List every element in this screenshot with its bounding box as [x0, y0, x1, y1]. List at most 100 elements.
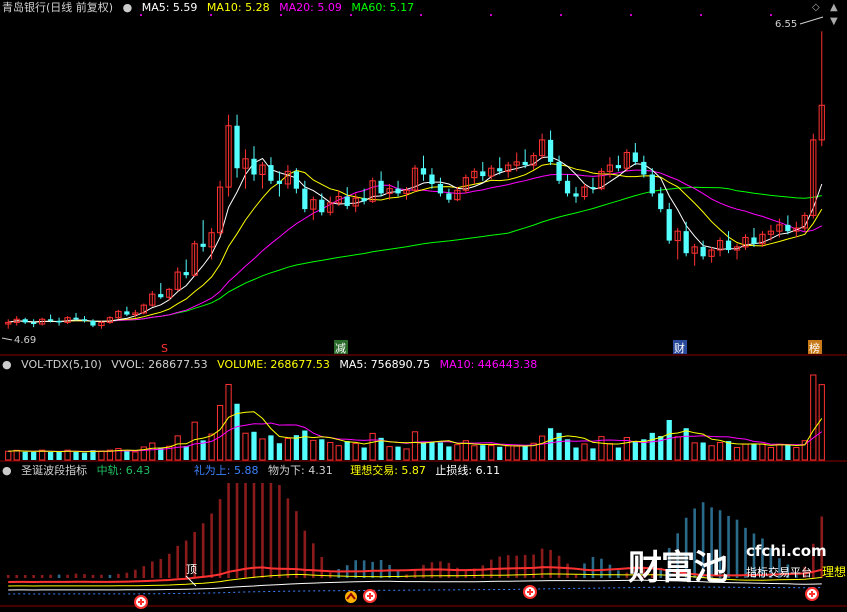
volume-bar — [522, 446, 528, 460]
ma5-label: MA5: 5.59 — [141, 1, 198, 14]
diamond-icon[interactable]: ◇ — [812, 2, 820, 13]
candle-body — [641, 161, 647, 175]
ma20-label: MA20: 5.09 — [279, 1, 342, 14]
vol-ma10-label: MA10: 446443.38 — [439, 358, 538, 371]
volume-bar — [437, 442, 444, 460]
candle-body — [73, 317, 79, 320]
candle-body — [378, 180, 384, 194]
volume-bar — [810, 374, 817, 461]
volume-bar — [411, 431, 419, 461]
volume-bar — [742, 443, 749, 461]
candle-body — [522, 161, 528, 166]
candle-body — [632, 152, 638, 162]
volume-bar — [81, 452, 88, 460]
volume-bar — [234, 403, 240, 460]
volume-bar — [225, 383, 232, 461]
vvol-label: VVOL: 268677.53 — [111, 358, 208, 371]
indicator-name: 圣诞波段指标 — [21, 464, 88, 477]
candle-body — [56, 320, 62, 323]
volume-bar — [242, 432, 249, 461]
candle-body — [361, 198, 367, 202]
candle-body — [785, 224, 791, 232]
candle-body — [344, 196, 350, 206]
volume-bar — [73, 451, 79, 460]
watermark: 财富池 cfchi.com 指标交易平台 — [628, 540, 828, 588]
volume-bar — [691, 442, 698, 461]
volume-bar — [708, 445, 715, 461]
candle-body — [420, 168, 427, 175]
volume-bar — [674, 436, 681, 461]
down-arrow-icon[interactable]: ▼ — [830, 16, 838, 27]
volume-bar — [818, 384, 825, 461]
volume-bar — [716, 442, 724, 461]
candle-body — [22, 319, 28, 323]
candle-body — [573, 193, 579, 197]
wuxia-label: 物为下: 4.31 — [268, 464, 333, 477]
volume-bar — [505, 445, 512, 461]
candle-body — [268, 165, 274, 181]
volume-bar — [259, 438, 266, 461]
event-mark-cai: 财 — [674, 341, 685, 355]
volume-bar — [733, 447, 741, 461]
volume-bar — [725, 441, 732, 460]
volume-bar — [632, 441, 638, 460]
volume-bar — [310, 439, 317, 461]
candle-body — [302, 188, 308, 210]
candle-body — [276, 180, 283, 184]
candle-body — [700, 246, 706, 257]
volume-bar — [216, 405, 224, 461]
dropdown-icon[interactable]: ● — [123, 1, 133, 14]
volume-bar — [700, 442, 706, 460]
volume-bar — [564, 439, 571, 460]
volume-bar — [284, 438, 292, 461]
volume-label: VOLUME: 268677.53 — [217, 358, 330, 371]
ind-dropdown-icon[interactable]: ● — [2, 464, 12, 477]
volume-bar — [767, 447, 775, 461]
volume-bar — [183, 446, 189, 460]
candle-body — [183, 272, 189, 276]
volume-bar — [31, 451, 37, 460]
volume-bar — [386, 446, 393, 461]
candle-body — [751, 237, 757, 244]
candle-body — [590, 187, 596, 189]
ma60-label: MA60: 5.17 — [351, 1, 415, 14]
watermark-url: cfchi.com — [746, 542, 827, 560]
lishang-label: 礼为上: 5.88 — [193, 464, 259, 477]
candle-body — [556, 161, 562, 181]
volume-bar — [335, 445, 342, 461]
candle-body — [658, 193, 664, 210]
volume-bar — [47, 451, 54, 460]
volume-bar — [124, 450, 130, 460]
low-price-label: 4.69 — [14, 335, 36, 346]
volume-bar — [488, 445, 495, 461]
volume-bar — [683, 428, 689, 460]
volume-bar — [666, 420, 672, 460]
volume-bar — [361, 447, 367, 460]
vol-header: ● VOL-TDX(5,10) VVOL: 268677.53 VOLUME: … — [2, 358, 543, 372]
volume-bar — [590, 448, 596, 460]
candle-body — [564, 180, 571, 194]
volume-bar — [454, 444, 461, 461]
up-arrow-icon[interactable]: ▲ — [830, 2, 838, 13]
ma10-label: MA10: 5.28 — [206, 1, 270, 14]
vol-ma10-line — [8, 422, 823, 452]
lixiang-label: 理想交易: 5.87 — [350, 464, 426, 477]
zhisun-label: 止损线: 6.11 — [435, 464, 501, 477]
volume-bar — [759, 443, 766, 461]
candle-body — [666, 209, 672, 241]
event-mark-jian: 减 — [335, 342, 346, 355]
volume-bar — [785, 444, 791, 460]
event-mark-s: S — [161, 342, 168, 355]
volume-bar — [751, 444, 757, 460]
candle-body — [90, 320, 96, 326]
candle-body — [81, 319, 88, 321]
volume-bar — [513, 445, 520, 461]
volume-bar — [606, 443, 614, 461]
volume-bar — [132, 451, 139, 461]
candle-body — [615, 165, 622, 169]
volume-bar — [344, 441, 350, 460]
candle-body — [725, 240, 732, 251]
chart-stage: 6.55 4.69 S 减财榜顶理想 青岛银行(日线 前复权) ● MA5: 5.59… — [0, 0, 847, 609]
candle-body — [547, 139, 554, 162]
vol-dropdown-icon[interactable]: ● — [2, 358, 12, 371]
